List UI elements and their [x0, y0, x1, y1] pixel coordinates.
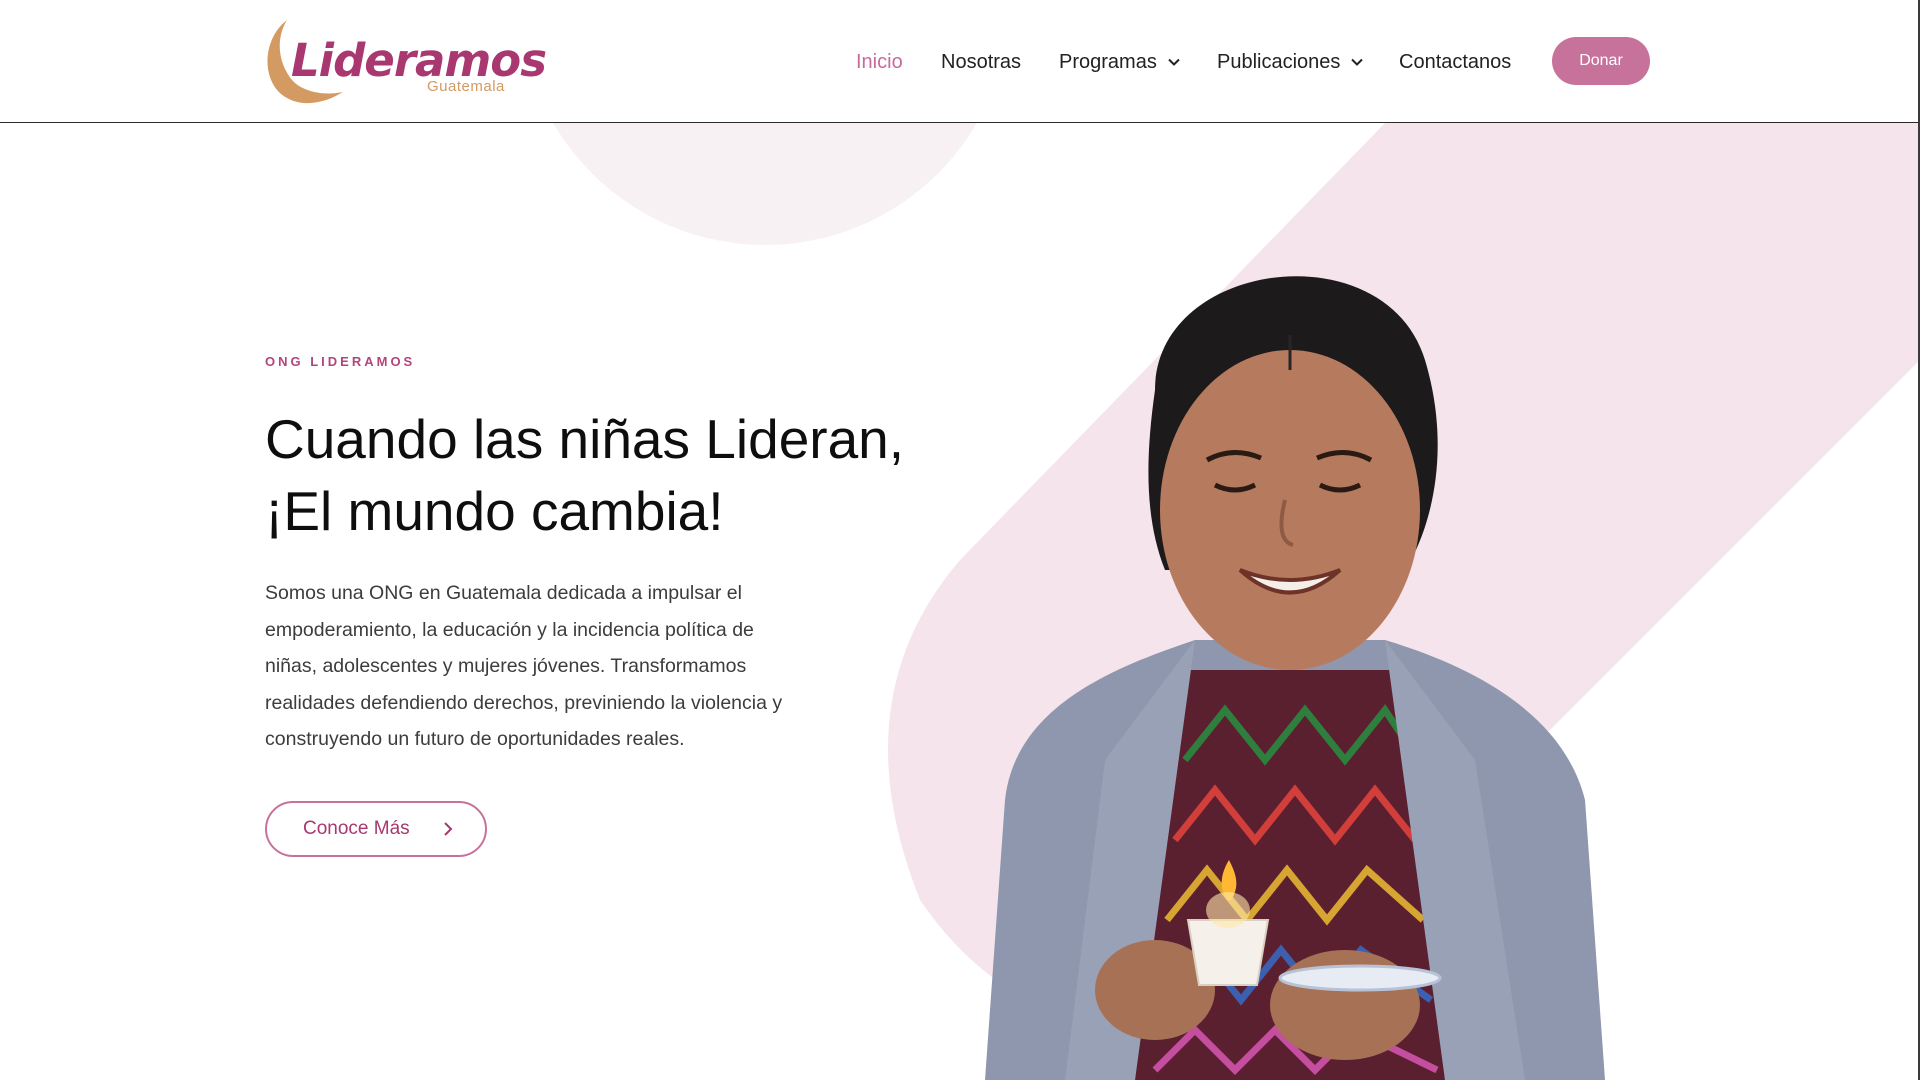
hero-eyebrow: ONG LIDERAMOS	[265, 354, 416, 369]
chevron-down-icon	[1351, 58, 1364, 66]
nav-item-publicaciones[interactable]: Publicaciones	[1217, 48, 1364, 76]
logo-wordmark: Lideramos	[291, 34, 547, 87]
chevron-right-icon	[443, 822, 453, 836]
nav-item-label: Nosotras	[941, 51, 1022, 73]
nav-item-nosotras[interactable]: Nosotras	[941, 48, 1021, 76]
nav-item-label: Contactanos	[1399, 51, 1512, 73]
nav-item-programas[interactable]: Programas	[1059, 48, 1181, 76]
hero-intro-paragraph: Somos una ONG en Guatemala dedicada a im…	[265, 582, 783, 750]
site-header: Lideramos Guatemala Inicio Nosotras Prog…	[0, 0, 1920, 123]
learn-more-label: Conoce Más	[303, 818, 410, 839]
hero-headline-line-1: Cuando las niñas Lideran,	[265, 408, 905, 470]
learn-more-button[interactable]: Conoce Más	[265, 801, 487, 857]
nav-item-contactanos[interactable]: Contactanos	[1399, 48, 1511, 76]
hero-headline-line-2: ¡El mundo cambia!	[265, 480, 724, 542]
nav-item-label: Publicaciones	[1217, 51, 1341, 73]
site-logo[interactable]: Lideramos Guatemala	[265, 18, 547, 104]
nav-item-inicio[interactable]: Inicio	[856, 48, 903, 76]
donate-button[interactable]: Donar	[1552, 37, 1650, 85]
chevron-down-icon	[1168, 58, 1180, 66]
nav-item-label: Inicio	[856, 51, 903, 73]
hero-headline: Cuando las niñas Lideran, ¡El mundo camb…	[265, 403, 965, 547]
hero-image-girl-with-candle	[985, 276, 1605, 1080]
logo-tagline: Guatemala	[427, 78, 505, 95]
nav-item-label: Programas	[1059, 51, 1157, 73]
